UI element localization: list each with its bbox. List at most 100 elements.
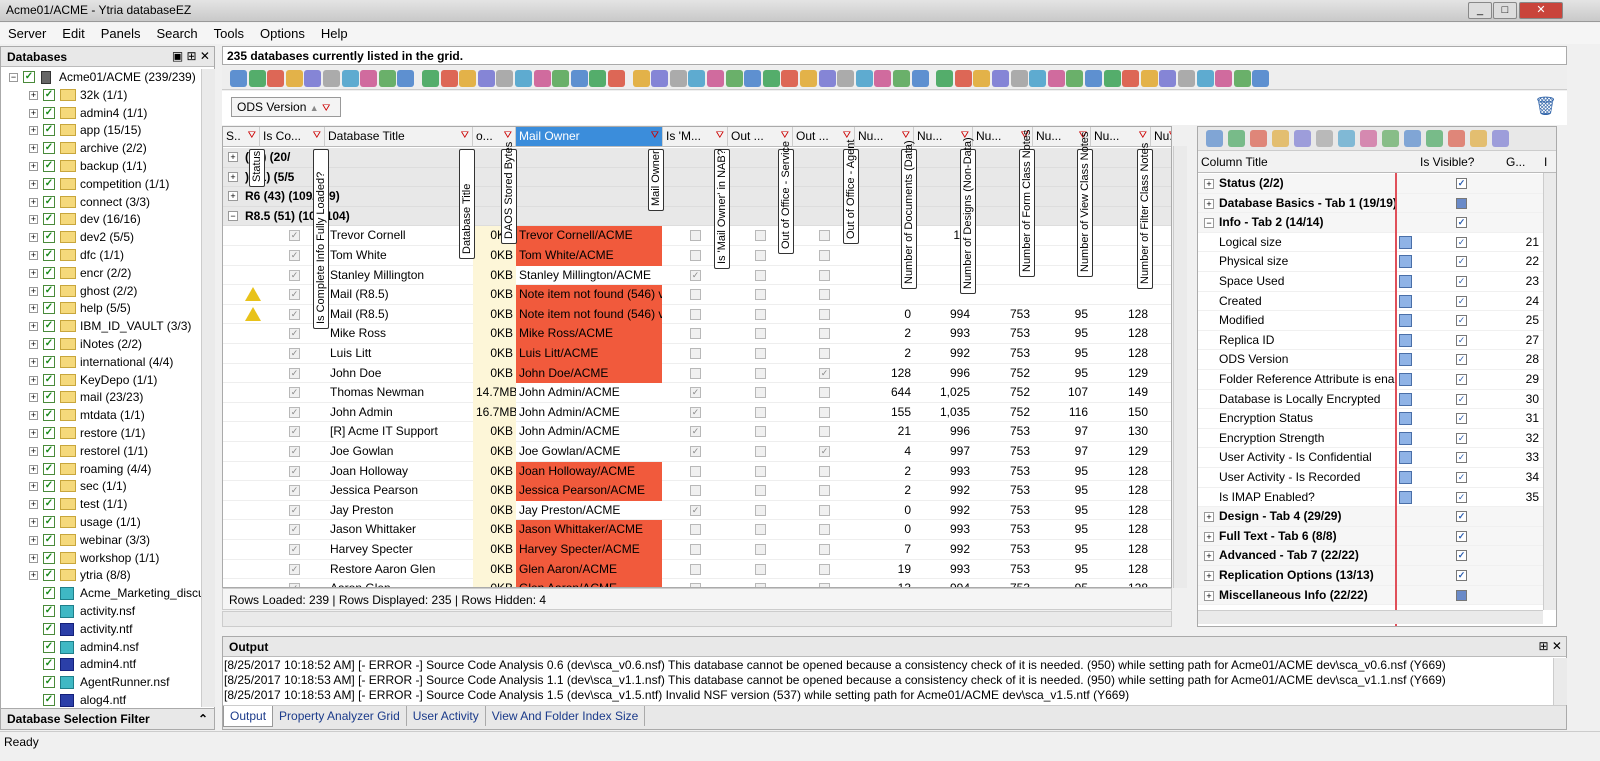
expand-icon[interactable]: + — [29, 215, 38, 225]
output-tab[interactable]: Output — [223, 706, 274, 727]
panel-tool-button[interactable] — [1228, 130, 1245, 147]
toolbar-button[interactable] — [1178, 70, 1195, 87]
table-row[interactable]: ✓Aaron Glen0KBGlen Aaron/ACME13994753951… — [223, 579, 1171, 587]
column-group[interactable]: + Advanced - Tab 7 (22/22) ✓ — [1198, 546, 1543, 566]
column-item[interactable]: User Activity - Is Confidential ✓ 33 — [1198, 448, 1543, 468]
table-row[interactable]: ✓ Mike Ross 0KB Mike Ross/ACME 2 993 753 95 128 — [223, 324, 1171, 344]
column-group[interactable]: + Database Basics - Tab 1 (19/19) — [1198, 193, 1543, 214]
toolbar-button[interactable] — [589, 70, 607, 87]
checkbox[interactable]: ✓ — [43, 515, 55, 528]
toolbar-button[interactable] — [267, 70, 285, 87]
visible-checkbox[interactable]: ✓ — [1456, 491, 1467, 503]
toolbar-button[interactable] — [323, 70, 340, 87]
expand-icon[interactable]: + — [29, 268, 38, 278]
toolbar-button[interactable] — [632, 70, 650, 87]
tree-row[interactable]: + ✓ test (1/1) — [1, 496, 203, 514]
checkbox[interactable]: ✓ — [43, 480, 55, 493]
toolbar-button[interactable] — [397, 70, 415, 87]
panel-tool-button[interactable] — [1382, 130, 1399, 147]
checkbox[interactable]: ✓ — [43, 462, 55, 475]
menu-item[interactable]: Server — [0, 23, 54, 41]
filter-icon[interactable]: ⛛ — [313, 130, 321, 141]
column-item[interactable]: Replica ID ✓ 27 — [1198, 331, 1543, 351]
table-row[interactable]: ✓ Mail (R8.5) 0KB Note item not found (546)… — [223, 285, 1171, 305]
tree-row[interactable]: + ✓ international (4/4) — [1, 354, 203, 372]
column-header[interactable]: S.. ⛛ — [223, 127, 260, 147]
tree-row[interactable]: + ✓ KeyDepo (1/1) — [1, 372, 203, 390]
toolbar-button[interactable] — [1233, 70, 1251, 87]
tree-row[interactable]: + ✓ mail (23/23) — [1, 389, 203, 407]
toolbar-button[interactable] — [855, 70, 873, 87]
toolbar-button[interactable] — [707, 70, 724, 87]
visible-checkbox[interactable]: ✓ — [1456, 452, 1467, 464]
tree-row[interactable]: + ✓ IBM_ID_VAULT (3/3) — [1, 318, 203, 336]
toolbar-button[interactable] — [1140, 70, 1158, 87]
close-button[interactable]: ✕ — [1519, 2, 1563, 19]
checkbox[interactable]: ✓ — [43, 88, 55, 101]
checkbox[interactable]: ✓ — [43, 320, 55, 333]
toolbar-button[interactable] — [1196, 70, 1214, 87]
expand-icon[interactable]: − — [9, 73, 18, 82]
visible-checkbox[interactable]: ✓ — [1456, 432, 1467, 444]
column-item[interactable]: Encryption Status ✓ 31 — [1198, 409, 1543, 429]
checkbox[interactable]: ✓ — [43, 337, 55, 350]
filter-icon[interactable]: ⛛ — [322, 103, 330, 114]
toolbar-button[interactable] — [818, 70, 836, 87]
filter-icon[interactable]: ⛛ — [1169, 130, 1171, 141]
expand-icon[interactable]: + — [29, 90, 38, 100]
table-row[interactable]: ✓ [R] Acme IT Support 0KB John Admin/ACME ✓ 2… — [223, 422, 1171, 442]
expand-icon[interactable]: + — [29, 535, 38, 545]
toolbar-button[interactable] — [1215, 70, 1233, 87]
visible-checkbox[interactable]: ✓ — [1456, 217, 1467, 229]
toolbar-button[interactable] — [1010, 70, 1028, 87]
checkbox[interactable]: ✓ — [43, 533, 55, 546]
checkbox[interactable]: ✓ — [43, 551, 55, 564]
output-tab[interactable]: View And Folder Index Size — [486, 706, 646, 726]
toolbar-button[interactable] — [874, 70, 892, 87]
column-header[interactable]: Is 'M... ⛛ — [663, 127, 728, 147]
column-item[interactable]: Physical size ✓ 22 — [1198, 252, 1543, 272]
toolbar-button[interactable] — [440, 70, 458, 87]
checkbox[interactable]: ✓ — [43, 266, 55, 279]
checkbox[interactable]: ✓ — [43, 587, 55, 600]
expand-icon[interactable]: + — [29, 428, 38, 438]
checkbox[interactable]: ✓ — [43, 177, 55, 190]
menu-item[interactable]: Tools — [206, 23, 252, 41]
checkbox[interactable]: ✓ — [43, 142, 55, 155]
checkbox[interactable]: ✓ — [43, 640, 55, 653]
tree-row[interactable]: + ✓ encr (2/2) — [1, 265, 203, 283]
column-group[interactable]: + Replication Options (13/13) ✓ — [1198, 566, 1543, 586]
checkbox[interactable]: ✓ — [43, 658, 55, 671]
column-panel-header-label[interactable]: Is Visible? — [1420, 155, 1474, 169]
checkbox[interactable]: ✓ — [43, 622, 55, 635]
expand-icon[interactable]: + — [29, 233, 38, 243]
panel-tool-button[interactable] — [1250, 130, 1267, 147]
toolbar-button[interactable] — [496, 70, 514, 87]
checkbox[interactable]: ✓ — [43, 676, 55, 689]
tree-row[interactable]: + ✓ mtdata (1/1) — [1, 407, 203, 425]
checkbox[interactable]: ✓ — [43, 693, 55, 706]
expand-icon[interactable]: + — [29, 553, 38, 563]
expand-icon[interactable]: + — [29, 339, 38, 349]
visible-checkbox[interactable]: ✓ — [1456, 393, 1467, 405]
toolbar-button[interactable] — [973, 70, 991, 87]
visible-checkbox[interactable]: ✓ — [1456, 334, 1467, 346]
tree-row[interactable]: + ✓ ytria (8/8) — [1, 567, 203, 585]
expand-icon[interactable]: + — [1204, 512, 1214, 523]
toolbar-button[interactable] — [1103, 70, 1121, 87]
minimize-button[interactable]: _ — [1468, 2, 1492, 19]
column-item[interactable]: Folder Reference Attribute is enab ✓ 29 — [1198, 370, 1543, 390]
expand-icon[interactable]: + — [29, 571, 38, 581]
output-panel-controls[interactable]: ⊞ ✕ — [1539, 639, 1562, 653]
column-header[interactable]: Nu...⛛ — [1151, 127, 1171, 147]
checkbox[interactable]: ✓ — [43, 355, 55, 368]
visible-checkbox[interactable]: ✓ — [1456, 276, 1467, 287]
expand-icon[interactable]: + — [29, 250, 38, 260]
tree-row[interactable]: + ✓ roaming (4/4) — [1, 461, 203, 479]
checkbox[interactable]: ✓ — [43, 159, 55, 172]
tree-row[interactable]: + ✓ workshop (1/1) — [1, 550, 203, 568]
table-row[interactable]: ✓ John Admin 16.7MB John Admin/ACME ✓ 155 1,03… — [223, 402, 1171, 423]
panel-tool-button[interactable] — [1404, 130, 1421, 147]
expand-icon[interactable]: + — [29, 393, 38, 403]
visible-checkbox[interactable]: ✓ — [1456, 570, 1467, 581]
